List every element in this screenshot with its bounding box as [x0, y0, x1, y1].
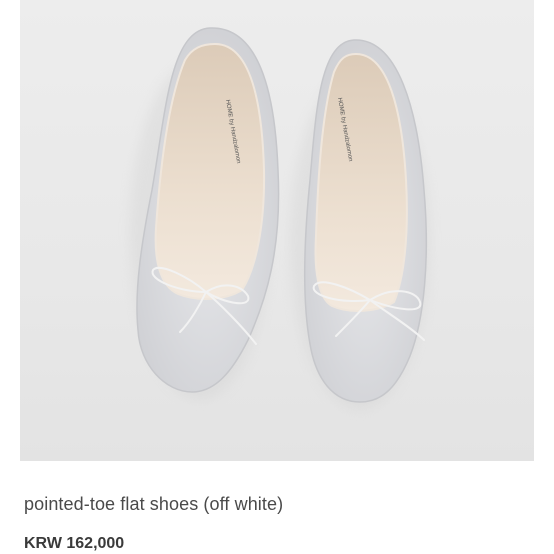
product-image[interactable]: HOME by Handzalomon HOME by Handzalomon [20, 0, 534, 461]
product-title[interactable]: pointed-toe flat shoes (off white) [24, 494, 283, 515]
product-card[interactable]: HOME by Handzalomon HOME by Handzalomon [0, 0, 554, 554]
product-price: KRW 162,000 [24, 535, 125, 552]
left-shoe: HOME by Handzalomon [130, 27, 280, 400]
right-shoe: HOME by Handzalomon [290, 39, 430, 410]
